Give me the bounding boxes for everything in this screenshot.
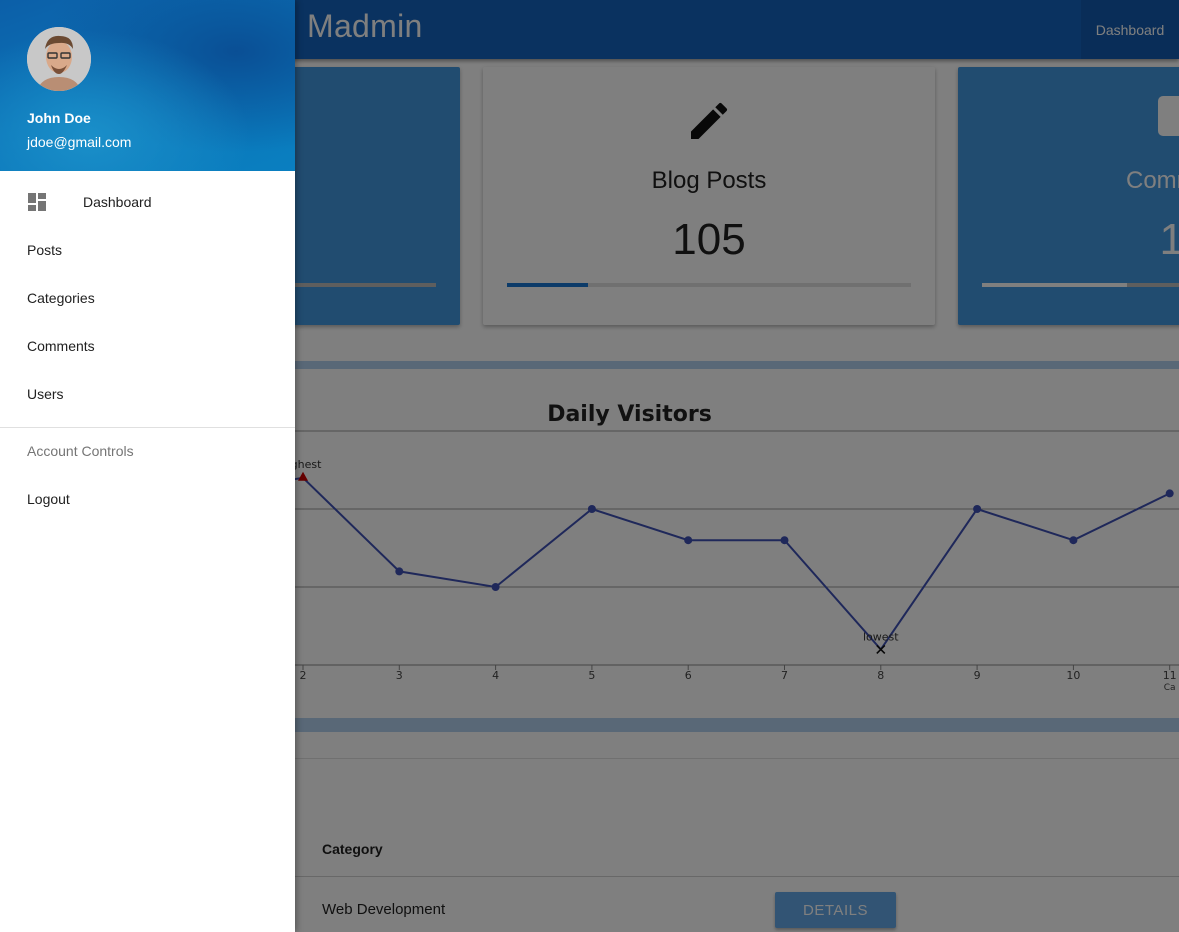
drawer-item-categories[interactable]: Categories <box>0 274 295 322</box>
dashboard-icon <box>28 193 46 211</box>
drawer-item-label: Logout <box>27 491 70 507</box>
drawer-divider <box>0 427 295 428</box>
drawer-item-label: Users <box>27 386 64 402</box>
drawer-item-logout[interactable]: Logout <box>0 475 295 523</box>
drawer-item-posts[interactable]: Posts <box>0 226 295 274</box>
drawer-item-dashboard[interactable]: Dashboard <box>0 178 295 226</box>
avatar[interactable] <box>27 27 91 91</box>
nav-drawer: John Doe jdoe@gmail.com Dashboard Posts … <box>0 0 295 932</box>
user-name: John Doe <box>27 110 91 126</box>
drawer-item-comments[interactable]: Comments <box>0 322 295 370</box>
drawer-header: John Doe jdoe@gmail.com <box>0 0 295 171</box>
user-photo-icon <box>27 27 91 91</box>
drawer-item-label: Posts <box>27 242 63 258</box>
drawer-item-label: Comments <box>27 338 95 354</box>
drawer-item-label: Categories <box>27 290 95 306</box>
user-email: jdoe@gmail.com <box>27 134 132 150</box>
drawer-item-label: Dashboard <box>83 194 152 210</box>
drawer-subheader: Account Controls <box>27 443 134 459</box>
drawer-item-users[interactable]: Users <box>0 370 295 418</box>
